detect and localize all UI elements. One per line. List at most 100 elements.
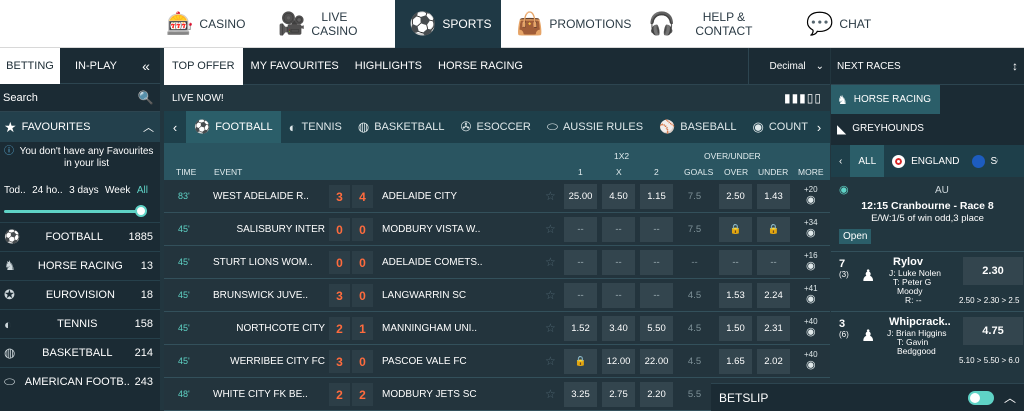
odds-ox-button[interactable]: -- [602,250,635,275]
nav-chat[interactable]: 💬 CHAT [806,0,886,48]
favourite-star-icon[interactable]: ☆ [545,288,556,302]
favourite-star-icon[interactable]: ☆ [545,255,556,269]
odds-over-button[interactable]: 1.50 [719,316,752,341]
odds-over-button[interactable]: 1.65 [719,349,752,374]
more-markets-button[interactable]: +40 ◉ [804,317,818,338]
table-row[interactable]: 45' SALISBURY INTER 0 0 MODBURY VISTA W.. ☆ --… [164,213,830,246]
period-week[interactable]: Week [105,185,130,196]
sidebar-item-football[interactable]: ⚽ FOOTBALL 1885 [0,222,160,251]
lock-icon[interactable]: 🔒 [757,217,790,242]
chevron-up-icon[interactable]: ︿ [143,119,154,135]
nav-live-casino[interactable]: 🎥 LIVE CASINO [278,0,388,48]
odds-over-button[interactable]: 1.53 [719,283,752,308]
home-team[interactable]: WERRIBEE CITY FC [213,356,325,367]
away-team[interactable]: ADELAIDE COMETS.. [382,257,502,268]
sidebar-item-horse-racing[interactable]: ♞ HORSE RACING 13 [0,251,160,280]
nav-help-contact[interactable]: 🎧 HELP & CONTACT [648,0,768,48]
race-type-horse-racing[interactable]: ♞ HORSE RACING [831,85,940,114]
period-all[interactable]: All [137,185,148,196]
more-markets-button[interactable]: +34 ◉ [804,218,818,239]
sport-tab-esoccer[interactable]: ✇ ESOCCER [453,111,539,143]
nav-sports[interactable]: ⚽ SPORTS [395,0,501,48]
tab-top-offer[interactable]: TOP OFFER [164,47,243,85]
odds-format-select[interactable]: Decimal ⌄ [748,47,830,85]
odds-under-button[interactable]: 1.43 [757,184,790,209]
odds-under-button[interactable]: 2.02 [757,349,790,374]
tab-horse-racing[interactable]: HORSE RACING [430,48,531,85]
nav-promotions[interactable]: 👜 PROMOTIONS [516,0,631,48]
expand-icon[interactable]: ↕ [1012,59,1018,73]
favourite-star-icon[interactable]: ☆ [545,222,556,236]
table-row[interactable]: 83' WEST ADELAIDE R.. 3 4 ADELAIDE CITY ☆ 25.0… [164,180,830,213]
away-team[interactable]: ADELAIDE CITY [382,191,502,202]
odds-o2-button[interactable]: -- [640,217,673,242]
collapse-button[interactable]: « [132,48,160,84]
odds-o2-button[interactable]: -- [640,250,673,275]
odds-o1-button[interactable]: -- [564,283,597,308]
table-row[interactable]: 45' NORTHCOTE CITY 2 1 MANNINGHAM UNI.. ☆ 1.52… [164,312,830,345]
tab-highlights[interactable]: HIGHLIGHTS [347,48,430,85]
runner-odds-button[interactable]: 4.75 [963,317,1023,345]
odds-under-button[interactable]: -- [757,250,790,275]
favourite-star-icon[interactable]: ☆ [545,354,556,368]
home-team[interactable]: STURT LIONS WOM.. [213,257,325,268]
home-team[interactable]: WHITE CITY FK BE.. [213,389,325,400]
sport-tab-tennis[interactable]: ◐ TENNIS [281,111,350,143]
away-team[interactable]: MODBURY VISTA W.. [382,224,502,235]
odds-o2-button[interactable]: 5.50 [640,316,673,341]
odds-ox-button[interactable]: 4.50 [602,184,635,209]
odds-ox-button[interactable]: 2.75 [602,382,635,407]
period-24h[interactable]: 24 ho.. [32,185,63,196]
favourite-star-icon[interactable]: ☆ [545,189,556,203]
race-type-greyhounds[interactable]: ◣ GREYHOUNDS [831,114,1024,143]
odds-ox-button[interactable]: 12.00 [602,349,635,374]
scroll-left-button[interactable]: ‹ [164,111,186,143]
sport-tab-counter-strike[interactable]: ◉ COUNTER-STRIKE [745,111,809,143]
chevron-up-icon[interactable]: ︿ [1004,389,1016,406]
sport-tab-football[interactable]: ⚽ FOOTBALL [186,111,281,143]
tab-in-play[interactable]: IN-PLAY [60,48,132,84]
scroll-right-button[interactable]: › [808,111,830,143]
sidebar-item-tennis[interactable]: ◐ TENNIS 158 [0,309,160,338]
runner-odds-button[interactable]: 2.30 [963,257,1023,285]
sidebar-search[interactable]: Search 🔍 [0,84,160,112]
more-markets-button[interactable]: +40 ◉ [804,350,818,371]
lock-icon[interactable]: 🔒 [719,217,752,242]
odds-o1-button[interactable]: 1.52 [564,316,597,341]
odds-o1-button[interactable]: -- [564,250,597,275]
sport-tab-aussie-rules[interactable]: ⬭ AUSSIE RULES [539,111,651,143]
table-row[interactable]: 45' WERRIBEE CITY FC 3 0 PASCOE VALE FC ☆ 🔒 12.… [164,345,830,378]
country-tab-all[interactable]: ALL [850,145,885,177]
away-team[interactable]: PASCOE VALE FC [382,356,502,367]
view-toggle-icon[interactable]: ▮▮▮▯▯ [784,91,822,105]
odds-o1-button[interactable]: 3.25 [564,382,597,407]
home-team[interactable]: NORTHCOTE CITY [213,323,325,334]
favourite-star-icon[interactable]: ☆ [545,387,556,401]
odds-over-button[interactable]: -- [719,250,752,275]
betslip-bar[interactable]: BETSLIP ︿ [711,383,1024,411]
sidebar-item-eurovision[interactable]: ✪ EUROVISION 18 [0,280,160,309]
slider-handle[interactable] [135,205,147,217]
period-today[interactable]: Tod.. [4,185,26,196]
lock-icon[interactable]: 🔒 [564,349,597,374]
nav-casino[interactable]: 🎰 CASINO [164,0,264,48]
search-icon[interactable]: 🔍 [138,90,154,106]
odds-ox-button[interactable]: -- [602,217,635,242]
odds-ox-button[interactable]: 3.40 [602,316,635,341]
odds-ox-button[interactable]: -- [602,283,635,308]
period-3days[interactable]: 3 days [69,185,98,196]
odds-o2-button[interactable]: -- [640,283,673,308]
favourites-header[interactable]: ★ FAVOURITES ︿ [0,112,160,142]
country-tab-england[interactable]: ENGLAND [884,145,967,177]
sidebar-item-american-football[interactable]: ⬭ AMERICAN FOOTB.. 243 [0,367,160,396]
home-team[interactable]: SALISBURY INTER [213,224,325,235]
favourite-star-icon[interactable]: ☆ [545,321,556,335]
more-markets-button[interactable]: +20 ◉ [804,185,818,206]
odds-o2-button[interactable]: 2.20 [640,382,673,407]
sidebar-item-basketball[interactable]: ◍ BASKETBALL 214 [0,338,160,367]
table-row[interactable]: 45' STURT LIONS WOM.. 0 0 ADELAIDE COMETS.. ☆… [164,246,830,279]
sport-tab-baseball[interactable]: ⚾ BASEBALL [651,111,744,143]
away-team[interactable]: MODBURY JETS SC [382,389,502,400]
betslip-toggle[interactable] [967,390,994,405]
period-slider[interactable] [4,204,150,218]
